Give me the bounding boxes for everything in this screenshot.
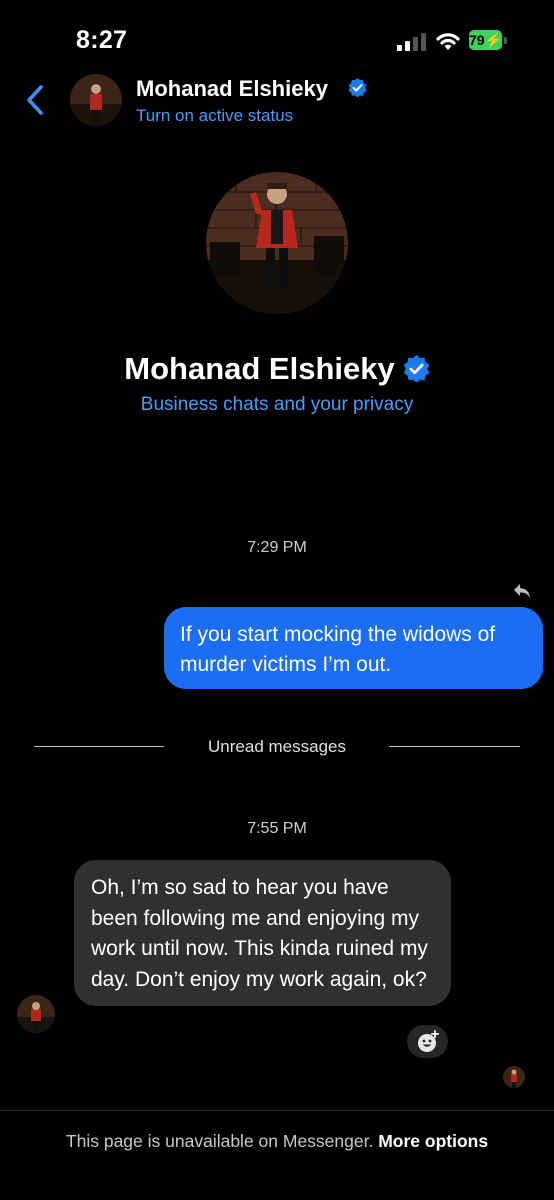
unread-messages-label: Unread messages — [208, 737, 346, 756]
profile-name: Mohanad Elshieky — [0, 349, 554, 387]
wifi-icon — [436, 33, 460, 50]
add-reaction-button[interactable] — [407, 1025, 448, 1058]
profile-name-text: Mohanad Elshieky — [124, 350, 395, 386]
status-time: 8:27 — [76, 26, 128, 54]
message-timestamp: 7:55 PM — [247, 820, 307, 837]
battery-level: 79 — [469, 32, 485, 48]
verified-badge-icon — [348, 78, 367, 97]
more-options-link[interactable]: More options — [378, 1131, 488, 1151]
business-privacy-link[interactable]: Business chats and your privacy — [0, 394, 554, 416]
profile-avatar[interactable] — [206, 172, 348, 314]
unavailable-notice: This page is unavailable on Messenger. M… — [0, 1131, 554, 1152]
header-avatar[interactable] — [70, 74, 122, 126]
cellular-signal-icon — [397, 33, 426, 51]
footer-divider — [0, 1110, 554, 1111]
outgoing-message-bubble[interactable]: If you start mocking the widows of murde… — [164, 607, 543, 689]
active-status-link[interactable]: Turn on active status — [136, 106, 293, 126]
emoji-reaction-icon — [417, 1029, 439, 1052]
back-chevron-icon[interactable] — [24, 84, 46, 116]
seen-receipt-avatar — [503, 1066, 525, 1088]
battery-indicator: 79 ⚡ — [469, 30, 509, 50]
message-timestamp: 7:29 PM — [247, 539, 307, 556]
verified-badge-icon — [403, 355, 430, 383]
divider-line — [389, 746, 520, 747]
reply-arrow-icon[interactable] — [512, 582, 532, 600]
unavailable-text: This page is unavailable on Messenger. — [65, 1131, 374, 1151]
incoming-message-bubble[interactable]: Oh, I’m so sad to hear you have been fol… — [74, 860, 451, 1006]
sender-avatar[interactable] — [17, 995, 55, 1033]
header-contact-name[interactable]: Mohanad Elshieky — [136, 76, 328, 102]
